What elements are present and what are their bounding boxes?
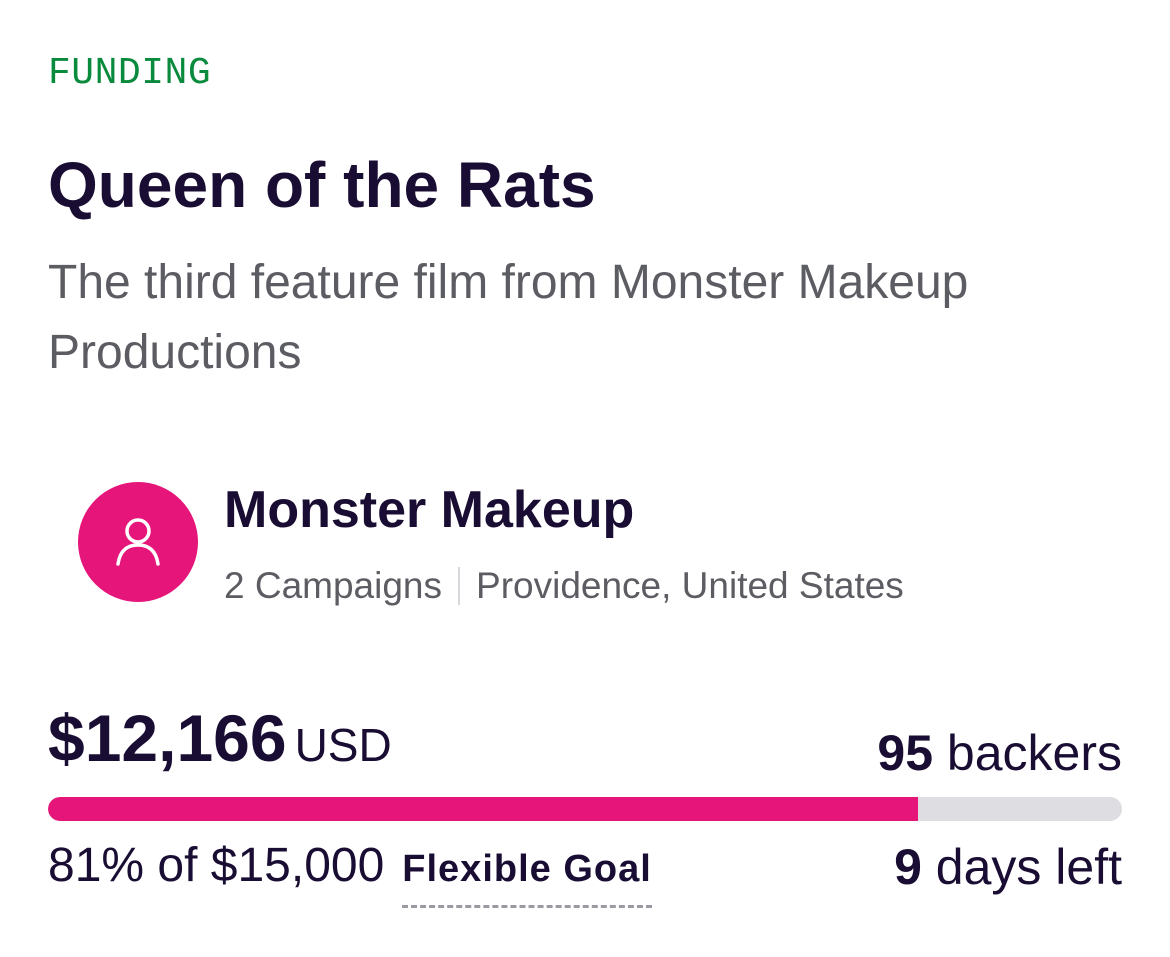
funding-progress-bar [48, 797, 1122, 821]
funding-status-label: FUNDING [48, 52, 212, 95]
funding-progress-fill [48, 797, 918, 821]
campaign-title[interactable]: Queen of the Rats [48, 148, 596, 222]
days-left: 9 days left [894, 838, 1122, 896]
amount-currency: USD [294, 719, 392, 771]
campaign-subtitle: The third feature film from Monster Make… [48, 256, 969, 379]
backers-summary: 95 backers [877, 724, 1122, 782]
creator-campaign-count[interactable]: 2 Campaigns [224, 565, 442, 607]
creator-avatar[interactable] [78, 482, 198, 602]
goal-summary: 81% of $15,000 Flexible Goal [48, 838, 652, 908]
meta-divider [458, 567, 461, 605]
flexible-goal-link[interactable]: Flexible Goal [402, 848, 652, 908]
creator-meta: 2 Campaigns Providence, United States [224, 565, 904, 607]
amount-raised-value: $12,166 [48, 701, 287, 775]
backers-count: 95 [877, 725, 934, 781]
days-left-count: 9 [894, 839, 922, 895]
creator-location: Providence, United States [476, 565, 904, 606]
backers-label: backers [946, 725, 1122, 781]
days-left-label: days left [935, 839, 1122, 895]
goal-progress-text: 81% of $15,000 [48, 839, 385, 892]
creator-name[interactable]: Monster Makeup [224, 480, 634, 540]
amount-raised: $12,166 USD [48, 700, 392, 776]
user-icon [116, 518, 160, 566]
